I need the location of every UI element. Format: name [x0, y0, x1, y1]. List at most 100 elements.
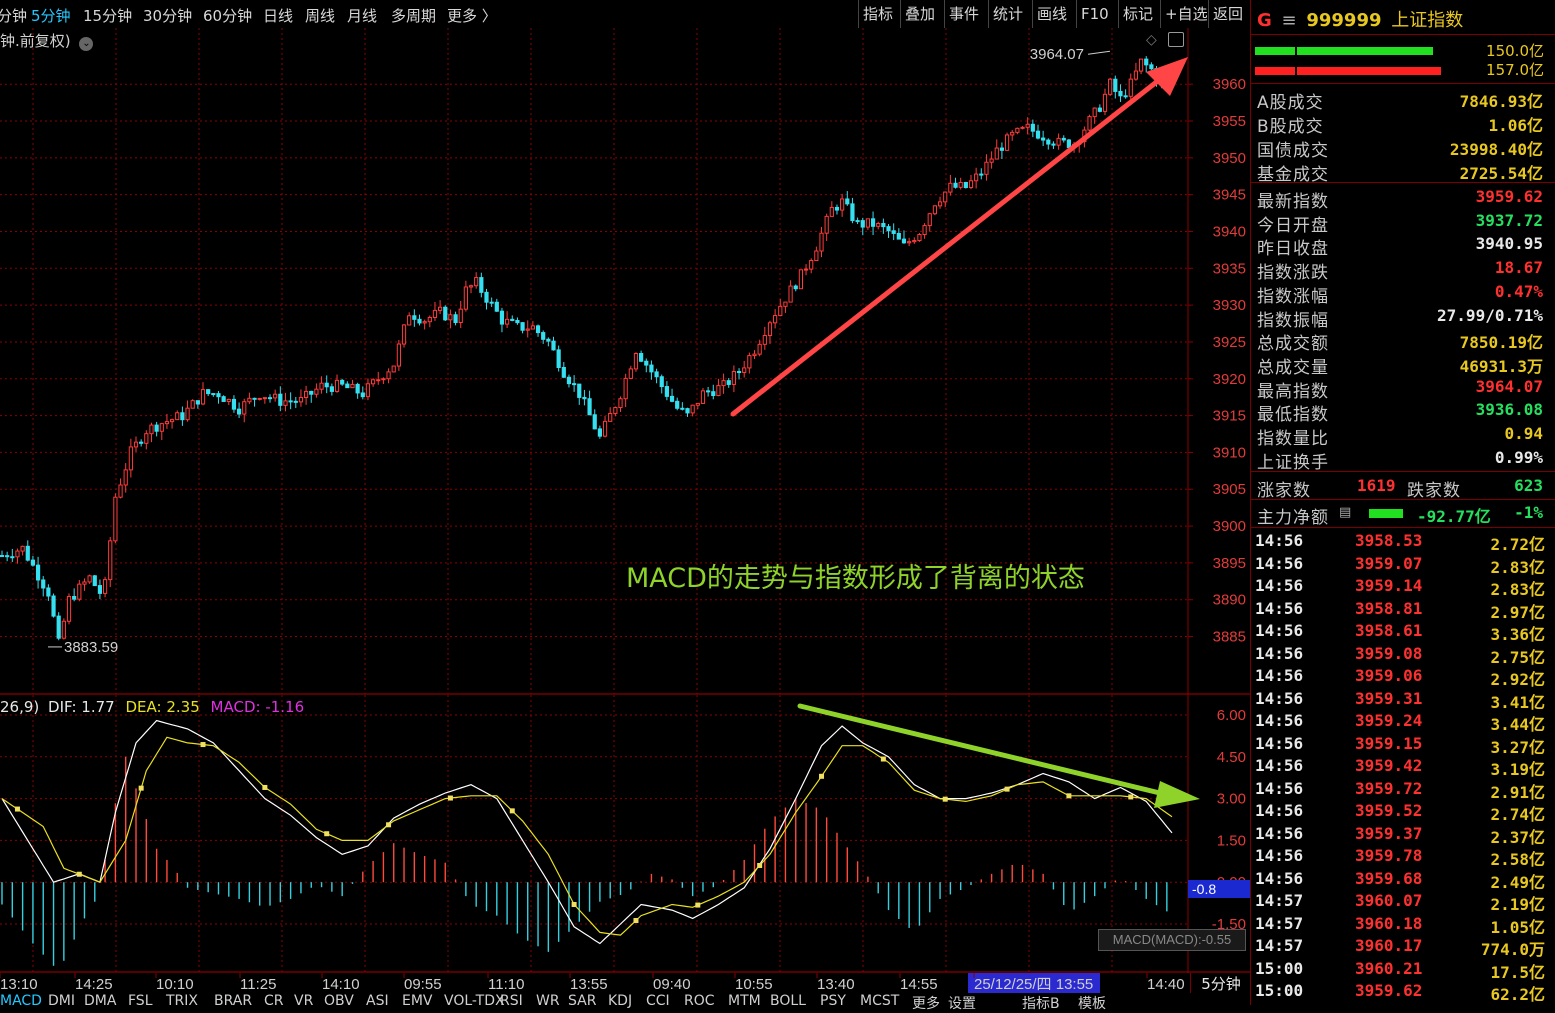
- candle-body: [907, 241, 912, 244]
- indicator-tab[interactable]: KDJ: [608, 993, 632, 1009]
- candle-body: [401, 324, 407, 345]
- period-tab[interactable]: 30分钟: [143, 5, 192, 26]
- candle-body: [546, 338, 551, 342]
- toolbar-button[interactable]: +自选: [1160, 0, 1212, 28]
- high-label: 3964.07: [1030, 46, 1084, 63]
- indicator-tab[interactable]: MCST: [860, 993, 899, 1009]
- candle-body: [582, 396, 587, 400]
- indicator-tab[interactable]: DMA: [84, 993, 116, 1009]
- tick-time: 14:56: [1255, 598, 1304, 618]
- toolbar-button[interactable]: F10: [1076, 0, 1113, 28]
- index-row-value: 3959.62: [1475, 187, 1543, 206]
- indicator-tab[interactable]: 更多: [912, 993, 940, 1013]
- indicator-tab[interactable]: VOL-TDX: [444, 993, 505, 1009]
- candle-body: [211, 393, 216, 396]
- y-tick-label: 3935: [1213, 260, 1246, 277]
- toolbar-button[interactable]: 统计: [988, 0, 1027, 28]
- vol-bar-buy: [1255, 47, 1433, 55]
- candle-body: [917, 234, 922, 242]
- indicator-tab[interactable]: EMV: [402, 993, 433, 1009]
- period-tab[interactable]: 月线: [347, 5, 377, 26]
- tick-volume: 2.58亿: [1490, 850, 1545, 869]
- macd-chart[interactable]: -1.500.001.503.004.506.00: [0, 695, 1250, 973]
- indicator-tab[interactable]: CR: [264, 993, 284, 1009]
- toolbar-button[interactable]: 返回: [1208, 0, 1247, 28]
- period-tab[interactable]: 更多 〉: [447, 5, 497, 26]
- y-tick-label: 3950: [1213, 150, 1246, 167]
- diamond-icon[interactable]: ◇: [1146, 32, 1157, 48]
- indicator-tab[interactable]: ROC: [684, 993, 715, 1009]
- index-row-label: 指数涨幅: [1257, 286, 1329, 307]
- doc-icon[interactable]: ▤: [1339, 505, 1351, 520]
- breadth-row: 涨家数 1619 跌家数 623: [1257, 475, 1543, 501]
- time-axis: 13:10 14:25 10:10 11:25 14:10 09:55 11:10 13:55…: [0, 973, 1250, 995]
- candle-body: [695, 402, 700, 406]
- candle-body: [608, 412, 613, 422]
- candle-body: [484, 291, 489, 303]
- toolbar-button[interactable]: 叠加: [900, 0, 939, 28]
- index-row-label: 指数量比: [1257, 429, 1329, 449]
- period-tab[interactable]: 日线: [263, 5, 293, 26]
- candle-body: [1046, 139, 1051, 145]
- dea-line: [1, 736, 1173, 936]
- candle-body: [422, 321, 427, 324]
- candle-body: [56, 615, 61, 639]
- index-row-label: 最高指数: [1257, 381, 1329, 402]
- indicator-tab[interactable]: FSL: [128, 993, 153, 1009]
- indicator-tab[interactable]: DMI: [48, 993, 75, 1009]
- indicator-tab[interactable]: 设置: [948, 993, 976, 1013]
- tick-volume: 1.05亿: [1490, 917, 1545, 937]
- candle-body: [1061, 137, 1066, 141]
- indicator-tab[interactable]: SAR: [568, 993, 596, 1009]
- period-tab[interactable]: 60分钟: [203, 5, 252, 26]
- toolbar-button[interactable]: 标记: [1118, 0, 1157, 28]
- candle-body: [154, 424, 159, 432]
- index-row: 指数涨幅 0.47%: [1257, 281, 1543, 307]
- indicator-tab[interactable]: PSY: [820, 993, 846, 1009]
- indicator-tab[interactable]: BOLL: [770, 993, 806, 1009]
- indicator-tab[interactable]: TRIX: [166, 993, 198, 1009]
- indicator-tab[interactable]: RSI: [500, 993, 523, 1009]
- indicator-tab[interactable]: BRAR: [214, 993, 252, 1009]
- window-toggle-icon[interactable]: [1168, 32, 1184, 47]
- candle-body: [1102, 93, 1108, 112]
- candle-body: [293, 400, 298, 403]
- indicator-tab[interactable]: OBV: [324, 993, 354, 1009]
- indicator-tab[interactable]: 模板: [1078, 993, 1106, 1013]
- indicator-tab[interactable]: CCI: [646, 993, 670, 1009]
- candle-body: [984, 161, 989, 175]
- period-tab[interactable]: 5分钟: [31, 5, 71, 26]
- candle-body: [989, 158, 994, 163]
- index-row: 昨日收盘 3940.95: [1257, 233, 1543, 259]
- price-chart[interactable]: 3885 3890 3895 3900 3905 3910 3915 3920 3925 3930…: [0, 28, 1250, 723]
- macd-y-tick-label: 4.50: [1217, 749, 1246, 766]
- menu-icon[interactable]: ≡: [1282, 10, 1297, 31]
- indicator-tab[interactable]: ASI: [366, 993, 389, 1009]
- toolbar-button[interactable]: 指标: [858, 0, 897, 28]
- trade-row-label: 国债成交: [1257, 141, 1329, 161]
- candle-body: [1051, 143, 1056, 146]
- dea-marker: [1066, 793, 1072, 799]
- candle-body: [432, 309, 438, 318]
- indicator-tab[interactable]: VR: [294, 993, 313, 1009]
- period-tab[interactable]: 分钟: [0, 5, 27, 26]
- candle-body: [1108, 78, 1113, 95]
- tick-price: 3959.15: [1355, 733, 1423, 753]
- indicator-tab[interactable]: MTM: [728, 993, 761, 1009]
- candle-body: [994, 147, 999, 160]
- indicator-tab[interactable]: 指标B: [1022, 993, 1060, 1013]
- candle-body: [1149, 64, 1154, 70]
- tick-volume: 774.0万: [1480, 940, 1545, 959]
- toolbar-button[interactable]: 画线: [1032, 0, 1071, 28]
- period-tab[interactable]: 15分钟: [83, 5, 132, 26]
- indicator-tab[interactable]: WR: [536, 993, 560, 1009]
- candle-body: [587, 398, 592, 416]
- dropdown-icon[interactable]: ⌄: [79, 37, 94, 51]
- toolbar-button[interactable]: 事件: [944, 0, 983, 28]
- candle-body: [87, 575, 92, 583]
- period-tab[interactable]: 周线: [305, 5, 335, 26]
- indicator-tab[interactable]: MACD: [0, 993, 42, 1009]
- candle-body: [535, 325, 541, 334]
- dea-marker: [447, 795, 453, 801]
- period-tab[interactable]: 多周期: [391, 5, 436, 26]
